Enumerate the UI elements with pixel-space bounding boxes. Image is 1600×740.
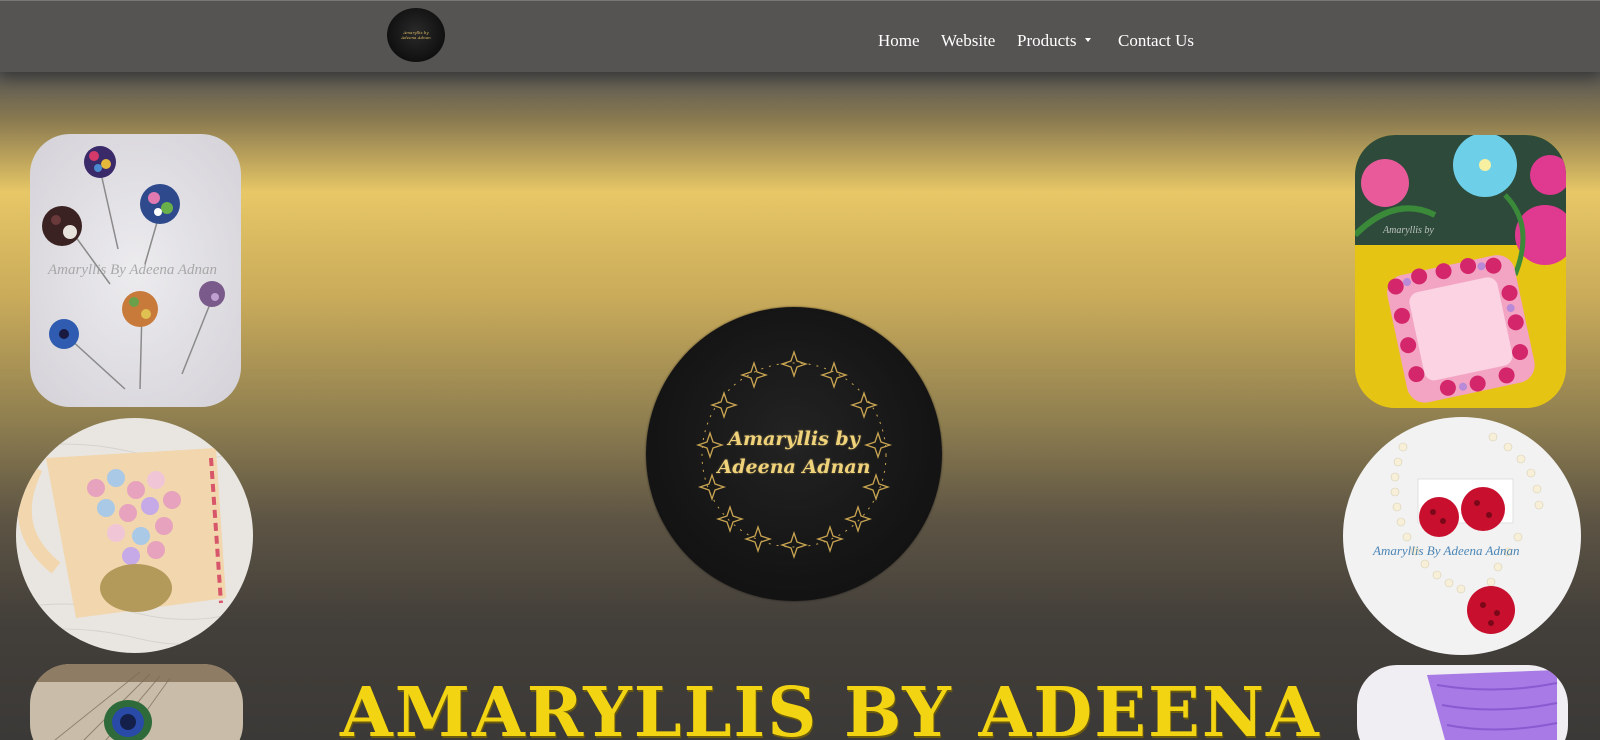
product-photo-pink-mug: Amaryllis by xyxy=(1355,135,1566,408)
watermark-text-1: Amaryllis By Adeena Adnan xyxy=(47,262,217,278)
hero-title: AMARYLLIS BY ADEENA xyxy=(340,673,1321,740)
hero-logo-text: Amaryllis by Adeena Adnan xyxy=(717,428,871,478)
watermark-text-3: Amaryllis By Adeena Adnan xyxy=(1372,543,1519,558)
nav-website-link[interactable]: Website xyxy=(941,31,995,51)
caret-down-icon xyxy=(1084,38,1091,42)
hero-logo: Amaryllis by Adeena Adnan xyxy=(646,307,942,601)
brand-logo[interactable]: Amaryllis by Adeena Adnan xyxy=(387,8,445,62)
top-navbar: Amaryllis by Adeena Adnan Home Website P… xyxy=(0,0,1600,72)
product-photo-purple-basket xyxy=(1357,665,1568,740)
nav-products-label: Products xyxy=(1017,31,1077,50)
product-photo-pearl-jewelry: Amaryllis By Adeena Adnan xyxy=(1343,417,1581,655)
product-photo-flower-pins: Amaryllis By Adeena Adnan xyxy=(30,134,241,407)
nav-contact-link[interactable]: Contact Us xyxy=(1118,31,1194,51)
brand-logo-text: Amaryllis by Adeena Adnan xyxy=(401,30,431,40)
nav-products-dropdown[interactable]: Products xyxy=(1017,31,1091,51)
nav-home-link[interactable]: Home xyxy=(878,31,920,51)
product-photo-peacock-feather xyxy=(30,664,243,740)
watermark-text-2: Amaryllis by xyxy=(1382,225,1434,236)
product-photo-flower-mug xyxy=(16,418,253,653)
